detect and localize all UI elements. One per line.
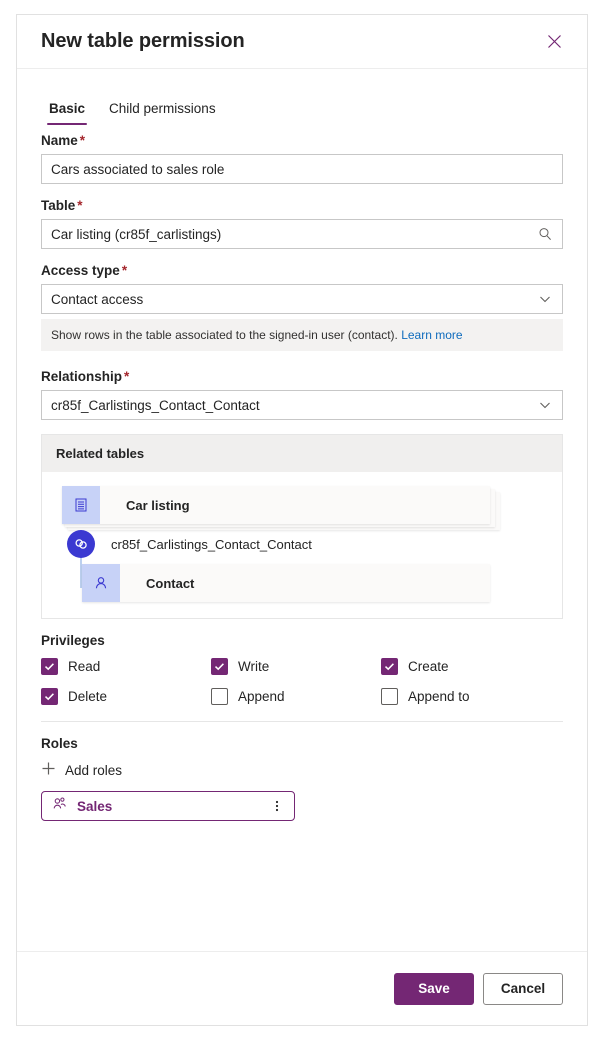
table-icon bbox=[62, 486, 100, 524]
privilege-append[interactable]: Append bbox=[211, 688, 381, 705]
privilege-create[interactable]: Create bbox=[381, 658, 563, 675]
screen-root: New table permission Basic Child permiss… bbox=[0, 0, 604, 1040]
dialog-header: New table permission bbox=[17, 15, 587, 69]
checkbox-write[interactable] bbox=[211, 658, 228, 675]
name-input-value: Cars associated to sales role bbox=[51, 161, 225, 177]
privilege-read[interactable]: Read bbox=[41, 658, 211, 675]
access-type-label: Access type * bbox=[41, 263, 128, 278]
checkbox-create[interactable] bbox=[381, 658, 398, 675]
diagram-node-car-listing[interactable]: Car listing bbox=[62, 486, 500, 530]
person-icon bbox=[82, 564, 120, 602]
name-input[interactable]: Cars associated to sales role bbox=[41, 154, 563, 184]
access-type-selected-value: Contact access bbox=[51, 291, 144, 307]
chevron-down-icon[interactable] bbox=[536, 399, 554, 411]
people-icon bbox=[52, 796, 67, 816]
table-field-group: Table * Car listing (cr85f_carlistings) bbox=[41, 198, 563, 249]
relationship-field-group: Relationship * cr85f_Carlistings_Contact_… bbox=[41, 369, 563, 420]
link-icon bbox=[67, 530, 95, 558]
relationship-select[interactable]: cr85f_Carlistings_Contact_Contact bbox=[41, 390, 563, 420]
tab-basic[interactable]: Basic bbox=[41, 97, 93, 125]
checkbox-append-to[interactable] bbox=[381, 688, 398, 705]
related-tables-heading: Related tables bbox=[42, 435, 562, 472]
add-roles-button[interactable]: Add roles bbox=[41, 761, 122, 779]
diagram-relationship-row: cr85f_Carlistings_Contact_Contact bbox=[62, 524, 562, 564]
tab-child-permissions[interactable]: Child permissions bbox=[101, 97, 224, 125]
checkbox-delete[interactable] bbox=[41, 688, 58, 705]
name-label: Name * bbox=[41, 133, 86, 148]
tab-list: Basic Child permissions bbox=[17, 69, 587, 125]
roles-title: Roles bbox=[41, 736, 78, 751]
table-input-value: Car listing (cr85f_carlistings) bbox=[51, 226, 222, 242]
roles-divider bbox=[41, 721, 563, 722]
privilege-delete-label: Delete bbox=[68, 689, 108, 704]
access-type-field-group: Access type * Contact access Show rows in… bbox=[41, 263, 563, 351]
table-label: Table * bbox=[41, 198, 83, 213]
diagram-target-label: Contact bbox=[146, 575, 195, 591]
relationship-selected-value: cr85f_Carlistings_Contact_Contact bbox=[51, 397, 260, 413]
privilege-append-to-label: Append to bbox=[408, 689, 470, 704]
privilege-read-label: Read bbox=[68, 659, 101, 674]
page-title: New table permission bbox=[41, 30, 245, 52]
plus-icon bbox=[41, 761, 56, 779]
add-roles-label: Add roles bbox=[65, 762, 123, 778]
chevron-down-icon[interactable] bbox=[536, 293, 554, 305]
access-type-select[interactable]: Contact access bbox=[41, 284, 563, 314]
relationship-diagram: Car listing cr85f_Carlistings_Contact_Co… bbox=[42, 472, 562, 618]
search-icon[interactable] bbox=[536, 227, 554, 241]
diagram-relationship-label: cr85f_Carlistings_Contact_Contact bbox=[111, 536, 312, 552]
checkbox-read[interactable] bbox=[41, 658, 58, 675]
privileges-grid: Read Write Create Delete Append Append t… bbox=[41, 658, 563, 705]
access-type-info-banner: Show rows in the table associated to the… bbox=[41, 319, 563, 351]
privilege-write-label: Write bbox=[238, 659, 270, 674]
learn-more-link[interactable]: Learn more bbox=[401, 328, 462, 342]
diagram-node-contact[interactable]: Contact bbox=[82, 564, 490, 602]
dialog-body: Name * Cars associated to sales role Tabl… bbox=[17, 125, 587, 951]
privilege-append-to[interactable]: Append to bbox=[381, 688, 563, 705]
privilege-delete[interactable]: Delete bbox=[41, 688, 211, 705]
role-chip-label: Sales bbox=[77, 798, 113, 814]
relationship-required-marker: * bbox=[124, 369, 130, 384]
close-button[interactable] bbox=[539, 27, 569, 57]
save-button[interactable]: Save bbox=[394, 972, 474, 1005]
privilege-write[interactable]: Write bbox=[211, 658, 381, 675]
access-type-required-marker: * bbox=[121, 263, 128, 278]
role-chip-sales[interactable]: Sales bbox=[41, 791, 295, 821]
checkbox-append[interactable] bbox=[211, 688, 228, 705]
diagram-source-label: Car listing bbox=[126, 497, 190, 513]
privilege-append-label: Append bbox=[238, 689, 285, 704]
table-input[interactable]: Car listing (cr85f_carlistings) bbox=[41, 219, 563, 249]
name-required-marker: * bbox=[79, 133, 86, 148]
privilege-create-label: Create bbox=[408, 659, 449, 674]
cancel-button[interactable]: Cancel bbox=[483, 972, 563, 1005]
close-icon bbox=[547, 34, 562, 49]
related-tables-card: Related tables Car listing cr85f_Carlist… bbox=[41, 434, 563, 619]
privileges-title: Privileges bbox=[41, 633, 105, 648]
more-vertical-icon[interactable] bbox=[266, 794, 288, 818]
access-type-info-text: Show rows in the table associated to the… bbox=[51, 328, 398, 342]
new-table-permission-dialog: New table permission Basic Child permiss… bbox=[16, 14, 588, 1026]
diagram-target-row: Contact bbox=[82, 564, 562, 602]
name-field-group: Name * Cars associated to sales role bbox=[41, 133, 563, 184]
table-required-marker: * bbox=[77, 198, 83, 213]
diagram-source-row: Car listing bbox=[62, 486, 562, 530]
dialog-footer: Save Cancel bbox=[17, 951, 587, 1025]
relationship-label: Relationship * bbox=[41, 369, 130, 384]
